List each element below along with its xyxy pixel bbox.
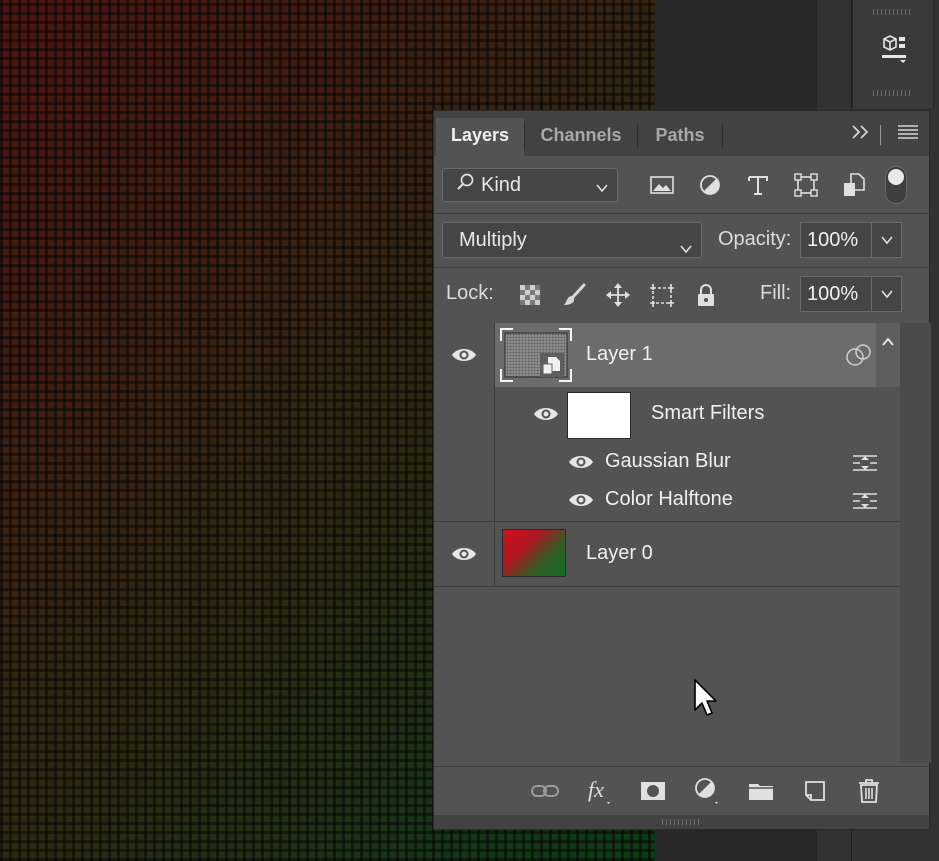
lock-options xyxy=(508,280,728,310)
opacity-slider-button[interactable] xyxy=(872,222,902,258)
collapsed-panel-dock xyxy=(852,0,934,108)
blending-options-icon[interactable] xyxy=(852,453,878,478)
adjustment-layer-filter-icon[interactable] xyxy=(686,168,734,202)
chevron-down-icon xyxy=(880,290,893,299)
chevron-down-icon xyxy=(880,236,893,245)
pixel-layer-filter-icon[interactable] xyxy=(638,168,686,202)
new-adjustment-layer-icon[interactable] xyxy=(680,773,734,809)
panel-menu-icon[interactable] xyxy=(897,124,919,145)
layer-0-thumbnail[interactable] xyxy=(502,529,566,577)
smart-object-filter-icon[interactable] xyxy=(830,168,878,202)
dock-grip-top[interactable] xyxy=(873,9,913,15)
filter-toggle-switch[interactable] xyxy=(885,166,907,204)
mouse-cursor-icon xyxy=(693,678,719,723)
footer-actions: fx xyxy=(518,773,896,809)
lock-artboard-icon[interactable] xyxy=(640,280,684,310)
layer-1-name[interactable]: Layer 1 xyxy=(586,343,653,366)
collapse-filters-button[interactable] xyxy=(876,323,900,387)
lock-row: Lock: Fill: 100% xyxy=(442,276,922,314)
panel-tab-icons xyxy=(850,123,919,146)
blending-options-icon[interactable] xyxy=(852,491,878,516)
expand-panels-icon[interactable] xyxy=(850,123,872,146)
search-icon xyxy=(455,172,475,198)
eye-icon xyxy=(452,349,476,361)
chevron-down-icon xyxy=(679,233,693,267)
new-layer-icon[interactable] xyxy=(788,773,842,809)
delete-layer-icon[interactable] xyxy=(842,773,896,809)
eye-icon xyxy=(452,548,476,560)
divider xyxy=(434,267,929,268)
opacity-input[interactable]: 100% xyxy=(800,222,872,258)
dock-grip-bottom[interactable] xyxy=(873,90,913,96)
layer-type-filters xyxy=(638,168,878,202)
smart-filters-label[interactable]: Smart Filters xyxy=(651,402,764,425)
tab-paths[interactable]: Paths xyxy=(638,118,722,156)
opacity-label[interactable]: Opacity: xyxy=(718,228,791,251)
layer-row-layer-1[interactable]: Layer 1 xyxy=(434,323,900,387)
visibility-toggle[interactable] xyxy=(434,323,495,387)
chevron-down-icon xyxy=(595,178,609,201)
divider xyxy=(434,213,929,214)
fill-slider-button[interactable] xyxy=(872,276,902,312)
fill-input[interactable]: 100% xyxy=(800,276,872,312)
gaussian-blur-filter-name[interactable]: Gaussian Blur xyxy=(605,450,731,473)
gaussian-blur-visibility-eye-icon[interactable] xyxy=(568,453,594,476)
layer-1-thumbnail[interactable] xyxy=(500,327,572,383)
tab-icon-divider xyxy=(880,124,881,145)
smart-filters-group: Smart Filters Gaussian Blur Color Halfto… xyxy=(434,387,900,521)
add-mask-icon[interactable] xyxy=(626,773,680,809)
new-group-icon[interactable] xyxy=(734,773,788,809)
3d-panel-icon[interactable] xyxy=(873,28,913,68)
lock-label: Lock: xyxy=(446,282,494,304)
fill-label[interactable]: Fill: xyxy=(760,282,791,305)
layer-style-fx-icon[interactable]: fx xyxy=(572,773,626,809)
blend-mode-value: Multiply xyxy=(459,229,527,251)
tab-divider xyxy=(722,123,723,149)
lock-position-icon[interactable] xyxy=(596,280,640,310)
layers-scrollbar[interactable] xyxy=(900,323,931,763)
svg-text:fx: fx xyxy=(588,777,604,802)
filter-row: Kind xyxy=(442,166,922,208)
panel-tab-bar: Layers Channels Paths xyxy=(434,111,929,156)
chevron-up-icon xyxy=(882,337,894,346)
kind-filter-select[interactable]: Kind xyxy=(442,168,618,202)
tab-layers[interactable]: Layers xyxy=(436,118,524,156)
kind-filter-label: Kind xyxy=(481,173,522,196)
panel-grip[interactable] xyxy=(662,819,702,825)
link-layers-icon[interactable] xyxy=(518,773,572,809)
color-halftone-filter-name[interactable]: Color Halftone xyxy=(605,488,733,511)
layer-0-name[interactable]: Layer 0 xyxy=(586,542,653,565)
toggle-knob xyxy=(888,169,904,185)
shape-layer-filter-icon[interactable] xyxy=(782,168,830,202)
lock-all-icon[interactable] xyxy=(684,280,728,310)
smart-filters-mask-thumbnail[interactable] xyxy=(567,392,631,439)
layers-panel: Layers Channels Paths Kind Multiply Opac… xyxy=(433,110,931,830)
panel-resize-bar[interactable] xyxy=(434,815,929,829)
blend-row: Multiply Opacity: 100% xyxy=(442,222,922,260)
smart-filter-options-icon[interactable] xyxy=(846,343,872,372)
panel-footer: fx xyxy=(434,766,929,815)
layer-row-layer-0[interactable]: Layer 0 xyxy=(434,521,900,587)
lock-transparent-pixels-icon[interactable] xyxy=(508,280,552,310)
lock-image-pixels-icon[interactable] xyxy=(552,280,596,310)
color-halftone-visibility-eye-icon[interactable] xyxy=(568,491,594,514)
tab-channels[interactable]: Channels xyxy=(525,118,637,156)
type-layer-filter-icon[interactable] xyxy=(734,168,782,202)
layers-list: Layer 1 Smart Filters Gaussian Blur Colo… xyxy=(434,323,929,763)
smart-filters-gutter xyxy=(434,387,495,521)
smart-filters-visibility-eye-icon[interactable] xyxy=(533,405,559,428)
blend-mode-select[interactable]: Multiply xyxy=(442,222,702,258)
visibility-toggle[interactable] xyxy=(434,522,495,586)
